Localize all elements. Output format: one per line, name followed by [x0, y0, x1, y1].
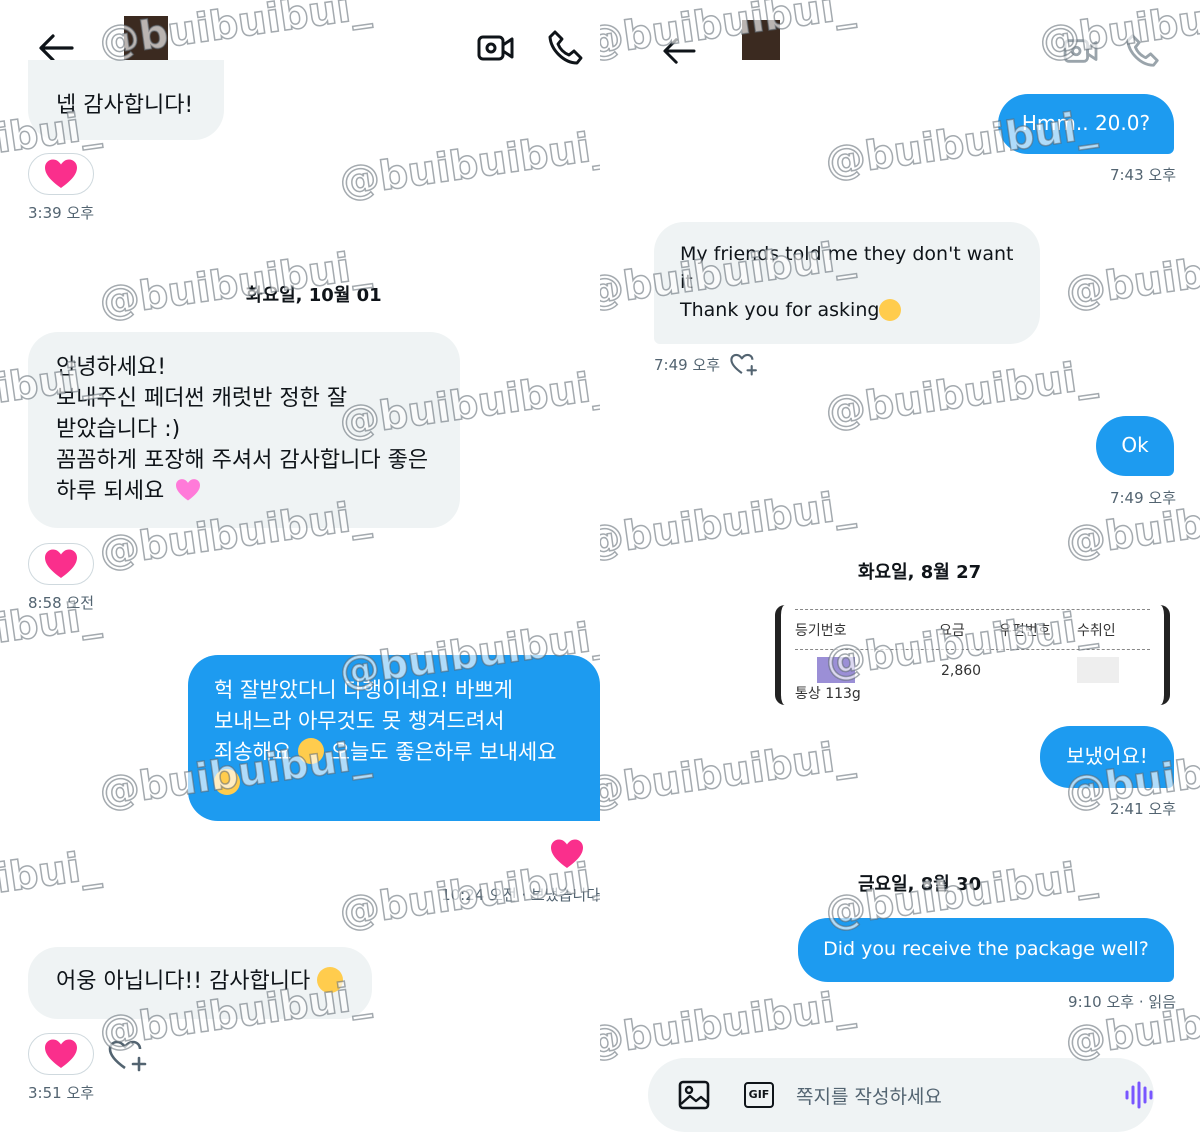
phone-call-icon[interactable] [1124, 32, 1162, 70]
smiling-hearts-emoji [879, 299, 902, 321]
conversation-panel-left: 넵 감사합니다! 3:39 오후 화요일, 10월 01 안녕하세요! 보내주신… [0, 0, 600, 1134]
redacted-avatar [742, 20, 780, 60]
pink-heart-emoji [176, 479, 201, 501]
phone-call-icon[interactable] [546, 28, 586, 68]
message-timestamp: 8:58 오전 [28, 594, 95, 612]
message-timestamp: 7:49 오후 [654, 356, 721, 374]
outgoing-message[interactable]: Ok [1096, 416, 1174, 476]
watermark: @buibuibui_ [0, 842, 104, 927]
receipt-divider [795, 609, 1150, 610]
video-call-icon[interactable] [1062, 36, 1100, 66]
add-reaction-icon[interactable] [730, 352, 758, 376]
outgoing-message[interactable]: Did you receive the package well? [798, 918, 1174, 982]
message-text: Did you receive the package well? [823, 938, 1149, 960]
message-timestamp: 7:43 오후 [1109, 166, 1176, 184]
smiling-face-emoji [317, 967, 344, 993]
message-text: 어웅 아닙니다!! 감사합니다 [56, 969, 311, 994]
reaction-badge[interactable] [28, 543, 94, 585]
receipt-header: 우편번호 [999, 623, 1051, 639]
incoming-message[interactable]: My friends told me they don't want it Th… [654, 222, 1040, 344]
heart-icon [45, 1039, 77, 1068]
message-line: Thank you for asking [680, 299, 880, 321]
message-timestamp: 3:51 오후 [28, 1084, 95, 1102]
receipt-fee: 2,860 [941, 663, 982, 679]
message-line: 보내주신 페더썬 캐럿반 정한 잘 [56, 386, 348, 411]
heart-icon [45, 549, 77, 578]
message-text: 보냈어요! [1066, 744, 1148, 768]
pleading-face-emoji [297, 738, 324, 764]
message-line: My friends told me they don't want [680, 243, 1014, 265]
redacted-tracking-number [817, 657, 855, 683]
message-text: Ok [1121, 433, 1149, 457]
receipt-image[interactable]: 등기번호 요금 우편번호 수취인 2,860 통상 113g [775, 605, 1170, 705]
watermark: @buibuibui_ [600, 732, 858, 817]
date-separator: 화요일, 10월 01 [246, 285, 382, 306]
watermark: @buibuibui_ [822, 352, 1100, 437]
gif-button[interactable]: GIF [744, 1082, 774, 1108]
reaction-badge[interactable] [28, 153, 94, 195]
watermark: @buibuibui_ [336, 122, 600, 207]
watermark: @buibuibui_ [600, 982, 858, 1067]
incoming-message[interactable]: 안녕하세요! 보내주신 페더썬 캐럿반 정한 잘 받았습니다 :) 꼼꼼하게 포… [28, 332, 460, 528]
message-line: 안녕하세요! [56, 355, 167, 380]
outgoing-message[interactable]: 헉 잘받았다니 다행이네요! 바쁘게 보내느라 아무것도 못 챙겨드려서 죄송해… [188, 655, 600, 821]
message-line: it [680, 271, 693, 293]
message-input[interactable]: 쪽지를 작성하세요 [796, 1082, 942, 1109]
message-timestamp: 10:24 오전 · 보냈습니다 [441, 886, 600, 904]
conversation-panel-right: Hmm.. 20.0? 7:43 오후 My friends told me t… [600, 0, 1200, 1134]
message-line: 꼼꼼하게 포장해 주셔서 감사합니다 좋은 [56, 448, 429, 473]
smiling-face-emoji [214, 769, 240, 795]
date-separator: 금요일, 8월 30 [858, 874, 982, 895]
message-line: 죄송해요 [214, 740, 292, 764]
receipt-header: 수취인 [1077, 623, 1116, 639]
message-timestamp: 9:10 오후 · 읽음 [1068, 993, 1176, 1011]
receipt-divider [795, 649, 1150, 650]
receipt-item: 통상 113g [795, 686, 861, 702]
video-call-icon[interactable] [476, 32, 516, 64]
reaction-badge[interactable] [28, 1033, 94, 1075]
heart-icon [45, 159, 77, 188]
message-text: Hmm.. 20.0? [1021, 111, 1151, 135]
image-icon[interactable] [678, 1080, 710, 1110]
outgoing-message[interactable]: Hmm.. 20.0? [998, 94, 1174, 154]
voice-message-icon[interactable] [1124, 1080, 1154, 1110]
arrow-left-icon[interactable] [662, 36, 696, 66]
message-line: 보내느라 아무것도 못 챙겨드려서 [214, 709, 505, 733]
redacted-recipient [1077, 657, 1119, 683]
message-text: 넵 감사합니다! [56, 93, 194, 118]
message-line: 하루 되세요 [56, 479, 165, 504]
add-reaction-icon[interactable] [108, 1038, 148, 1072]
incoming-message[interactable]: 어웅 아닙니다!! 감사합니다 [28, 947, 372, 1019]
outgoing-message[interactable]: 보냈어요! [1040, 726, 1174, 788]
heart-icon[interactable] [550, 838, 584, 870]
receipt-header: 등기번호 [795, 623, 847, 639]
message-line: 받았습니다 :) [56, 417, 181, 442]
watermark: @buibuibui_ [600, 482, 858, 567]
receipt-header: 요금 [939, 623, 965, 639]
watermark: @buibuibui_ [1062, 232, 1200, 317]
incoming-message[interactable]: 넵 감사합니다! [28, 60, 224, 140]
message-timestamp: 2:41 오후 [1109, 800, 1176, 818]
message-timestamp: 7:49 오후 [1109, 489, 1176, 507]
date-separator: 화요일, 8월 27 [858, 562, 982, 583]
message-line: 헉 잘받았다니 다행이네요! 바쁘게 [214, 678, 513, 702]
watermark: @buibuibui_ [600, 0, 858, 67]
message-timestamp: 3:39 오후 [28, 204, 95, 222]
redacted-avatar [124, 16, 168, 62]
message-line: 오늘도 좋은하루 보내세요 [330, 740, 557, 764]
message-composer: GIF 쪽지를 작성하세요 [648, 1058, 1154, 1132]
